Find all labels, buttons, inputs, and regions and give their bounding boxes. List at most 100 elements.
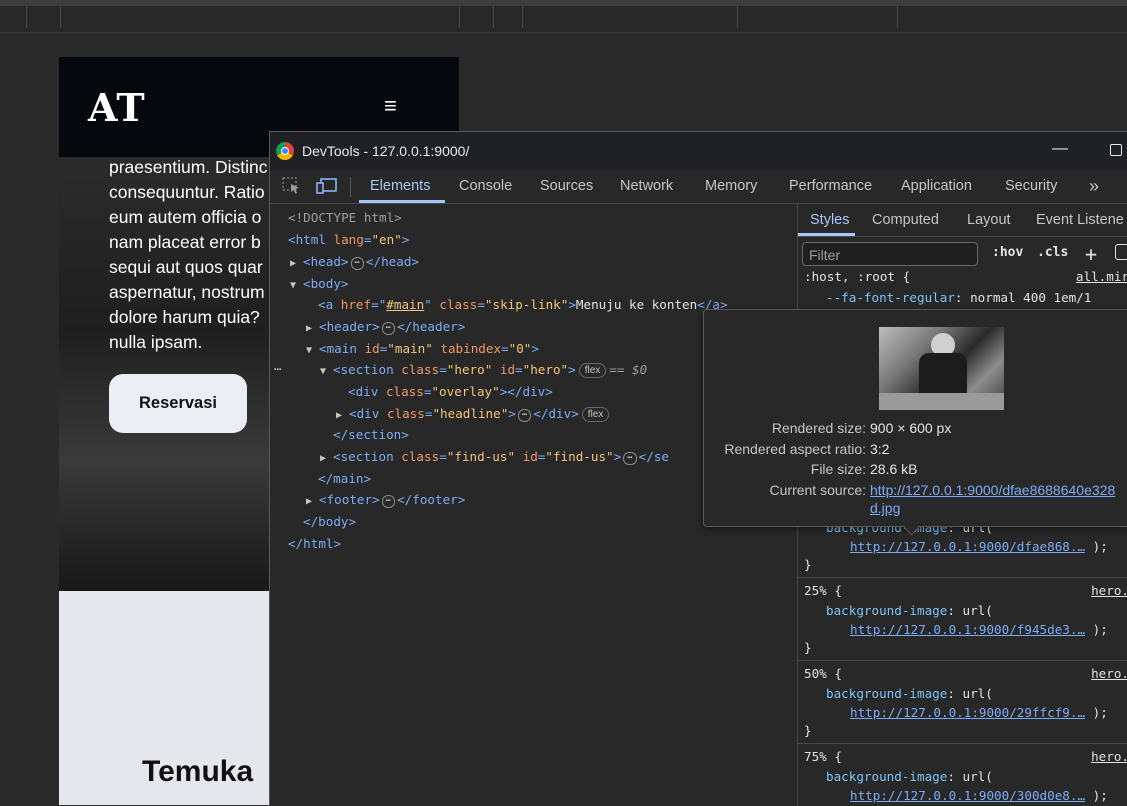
dom-node-footer[interactable]: ▶ <footer> ⋯ </footer> bbox=[306, 492, 465, 508]
bg-image-url-line: http://127.0.0.1:9000/29ffcf9.… ); bbox=[850, 705, 1108, 720]
window-title: DevTools - 127.0.0.1:9000/ bbox=[302, 143, 470, 159]
dom-node-header[interactable]: ▶ <header> ⋯ </header> bbox=[306, 319, 465, 335]
keyframe-source[interactable]: hero. bbox=[1091, 749, 1127, 764]
expand-arrow-icon[interactable]: ▶ bbox=[306, 496, 319, 507]
dom-node-skip-link[interactable]: <a href="#main" class="skip-link">Menuju… bbox=[318, 297, 728, 312]
styles-filter-input[interactable]: Filter bbox=[802, 242, 978, 266]
dom-node-main-close[interactable]: </main> bbox=[318, 471, 371, 486]
devtools-tabbar: Elements Console Sources Network Memory … bbox=[270, 170, 1127, 204]
tab-event-listeners[interactable]: Event Listene bbox=[1036, 204, 1124, 236]
flex-badge[interactable]: flex bbox=[578, 363, 607, 378]
rendered-size-value: 900 × 600 px bbox=[870, 420, 952, 436]
toolbar-divider bbox=[60, 6, 61, 28]
expand-arrow-icon[interactable]: ▶ bbox=[290, 258, 303, 269]
current-source-link-cont[interactable]: d.jpg bbox=[870, 500, 900, 516]
toolbar-separator bbox=[350, 177, 351, 197]
hamburger-menu-icon[interactable]: ≡ bbox=[384, 93, 397, 119]
toolbar-divider bbox=[897, 6, 898, 28]
tab-network[interactable]: Network bbox=[620, 170, 673, 203]
styles-tabbar: Styles Computed Layout Event Listene bbox=[798, 204, 1127, 237]
rendered-size-label: Rendered size: bbox=[771, 420, 866, 436]
bg-image-declaration[interactable]: background-image: url( bbox=[826, 603, 993, 618]
find-us-title: Temuka bbox=[142, 755, 254, 788]
dom-node-section-find-us[interactable]: ▶ <section class="find-us" id="find-us"> ⋯… bbox=[320, 449, 669, 465]
tab-memory[interactable]: Memory bbox=[705, 170, 757, 203]
tab-elements[interactable]: Elements bbox=[370, 170, 430, 203]
expand-arrow-icon[interactable]: ▶ bbox=[336, 410, 349, 421]
bg-image-url-line: http://127.0.0.1:9000/f945de3.… ); bbox=[850, 622, 1108, 637]
dom-node-body[interactable]: ▼ <body> bbox=[290, 276, 349, 291]
dom-doctype[interactable]: <!DOCTYPE html> bbox=[288, 210, 402, 225]
aspect-ratio-label: Rendered aspect ratio: bbox=[724, 441, 866, 457]
bg-image-url[interactable]: http://127.0.0.1:9000/f945de3.… bbox=[850, 622, 1085, 637]
toolbar-strip bbox=[0, 0, 1127, 6]
toolbar-divider bbox=[459, 6, 460, 28]
collapse-arrow-icon[interactable]: ▼ bbox=[320, 366, 333, 377]
tab-sources[interactable]: Sources bbox=[540, 170, 593, 203]
dom-node-main[interactable]: ▼ <main id="main" tabindex="0"> bbox=[306, 341, 539, 356]
class-toggle[interactable]: .cls bbox=[1037, 245, 1068, 260]
expand-arrow-icon[interactable]: ▶ bbox=[320, 453, 333, 464]
host-selector: :host, :root { bbox=[804, 269, 911, 284]
flex-badge[interactable]: flex bbox=[581, 407, 610, 422]
more-tabs-icon[interactable]: » bbox=[1089, 170, 1099, 203]
collapse-arrow-icon[interactable]: ▼ bbox=[290, 280, 303, 291]
tab-performance[interactable]: Performance bbox=[789, 170, 872, 203]
keyframe-selector: 50% { bbox=[804, 666, 842, 681]
rule-separator bbox=[798, 743, 1127, 744]
tab-security[interactable]: Security bbox=[1005, 170, 1057, 203]
dom-node-html-close[interactable]: </html> bbox=[288, 536, 341, 551]
dom-node-overlay[interactable]: <div class="overlay"></div> bbox=[348, 384, 553, 399]
toolbar-divider bbox=[493, 6, 494, 28]
current-source-label: Current source: bbox=[769, 482, 866, 498]
devtools-titlebar: DevTools - 127.0.0.1:9000/ — bbox=[270, 132, 1127, 170]
maximize-icon[interactable] bbox=[1110, 144, 1122, 156]
thumbnail-figure bbox=[879, 393, 1004, 410]
dom-node-body-close[interactable]: </body> bbox=[303, 514, 356, 529]
rule-close-brace: } bbox=[804, 640, 812, 655]
dom-node-head[interactable]: ▶ <head> ⋯ </head> bbox=[290, 254, 419, 270]
rule-separator bbox=[798, 660, 1127, 661]
host-rule-source[interactable]: all.mir bbox=[1076, 269, 1127, 284]
bg-image-url[interactable]: http://127.0.0.1:9000/dfae868.… bbox=[850, 539, 1085, 554]
tab-computed[interactable]: Computed bbox=[872, 204, 939, 236]
new-style-rule-icon[interactable]: + bbox=[1085, 242, 1097, 266]
bg-image-url[interactable]: http://127.0.0.1:9000/29ffcf9.… bbox=[850, 705, 1085, 720]
toolbar-divider bbox=[26, 6, 27, 28]
bg-image-declaration[interactable]: background-image: url( bbox=[826, 686, 993, 701]
tab-console[interactable]: Console bbox=[459, 170, 512, 203]
device-toolbar-icon[interactable] bbox=[316, 177, 337, 195]
keyframe-selector: 25% { bbox=[804, 583, 842, 598]
rule-close-brace: } bbox=[804, 723, 812, 738]
bg-image-declaration[interactable]: background-image: url( bbox=[826, 769, 993, 784]
rule-close-brace: } bbox=[804, 557, 812, 572]
active-tab-indicator bbox=[359, 200, 445, 203]
collapse-arrow-icon[interactable]: ▼ bbox=[306, 345, 319, 356]
dom-node-section-close[interactable]: </section> bbox=[333, 427, 409, 442]
keyframe-source[interactable]: hero. bbox=[1091, 666, 1127, 681]
fa-font-regular-declaration[interactable]: --fa-font-regular: normal 400 1em/1 bbox=[826, 290, 1091, 305]
node-actions-icon[interactable]: ⋯ bbox=[274, 362, 281, 376]
dom-node-headline[interactable]: ▶ <div class="headline"> ⋯ </div> flex bbox=[336, 406, 612, 422]
hover-state-toggle[interactable]: :hov bbox=[992, 245, 1023, 260]
expand-arrow-icon[interactable]: ▶ bbox=[306, 323, 319, 334]
image-preview-thumbnail bbox=[879, 327, 1004, 410]
reservation-button[interactable]: Reservasi bbox=[109, 374, 247, 433]
current-source-link[interactable]: http://127.0.0.1:9000/dfae8688640e328 bbox=[870, 482, 1115, 498]
bg-image-url[interactable]: http://127.0.0.1:9000/300d0e8.… bbox=[850, 788, 1085, 803]
aspect-ratio-value: 3:2 bbox=[870, 441, 890, 457]
computed-sidebar-icon[interactable] bbox=[1115, 244, 1127, 260]
keyframe-selector: 75% { bbox=[804, 749, 842, 764]
inspect-element-icon[interactable] bbox=[282, 177, 302, 195]
tab-styles[interactable]: Styles bbox=[810, 204, 850, 236]
minimize-icon[interactable]: — bbox=[1052, 140, 1068, 158]
site-logo[interactable]: AT bbox=[88, 85, 146, 130]
tab-application[interactable]: Application bbox=[901, 170, 972, 203]
toolbar-divider bbox=[737, 6, 738, 28]
tab-layout[interactable]: Layout bbox=[967, 204, 1011, 236]
dom-node-html[interactable]: <html lang="en"> bbox=[288, 232, 409, 247]
active-subtab-indicator bbox=[798, 233, 855, 236]
keyframe-source[interactable]: hero. bbox=[1091, 583, 1127, 598]
dom-node-section-hero[interactable]: ▼ <section class="hero" id="hero"> flex == … bbox=[320, 362, 647, 378]
file-size-label: File size: bbox=[810, 461, 866, 477]
